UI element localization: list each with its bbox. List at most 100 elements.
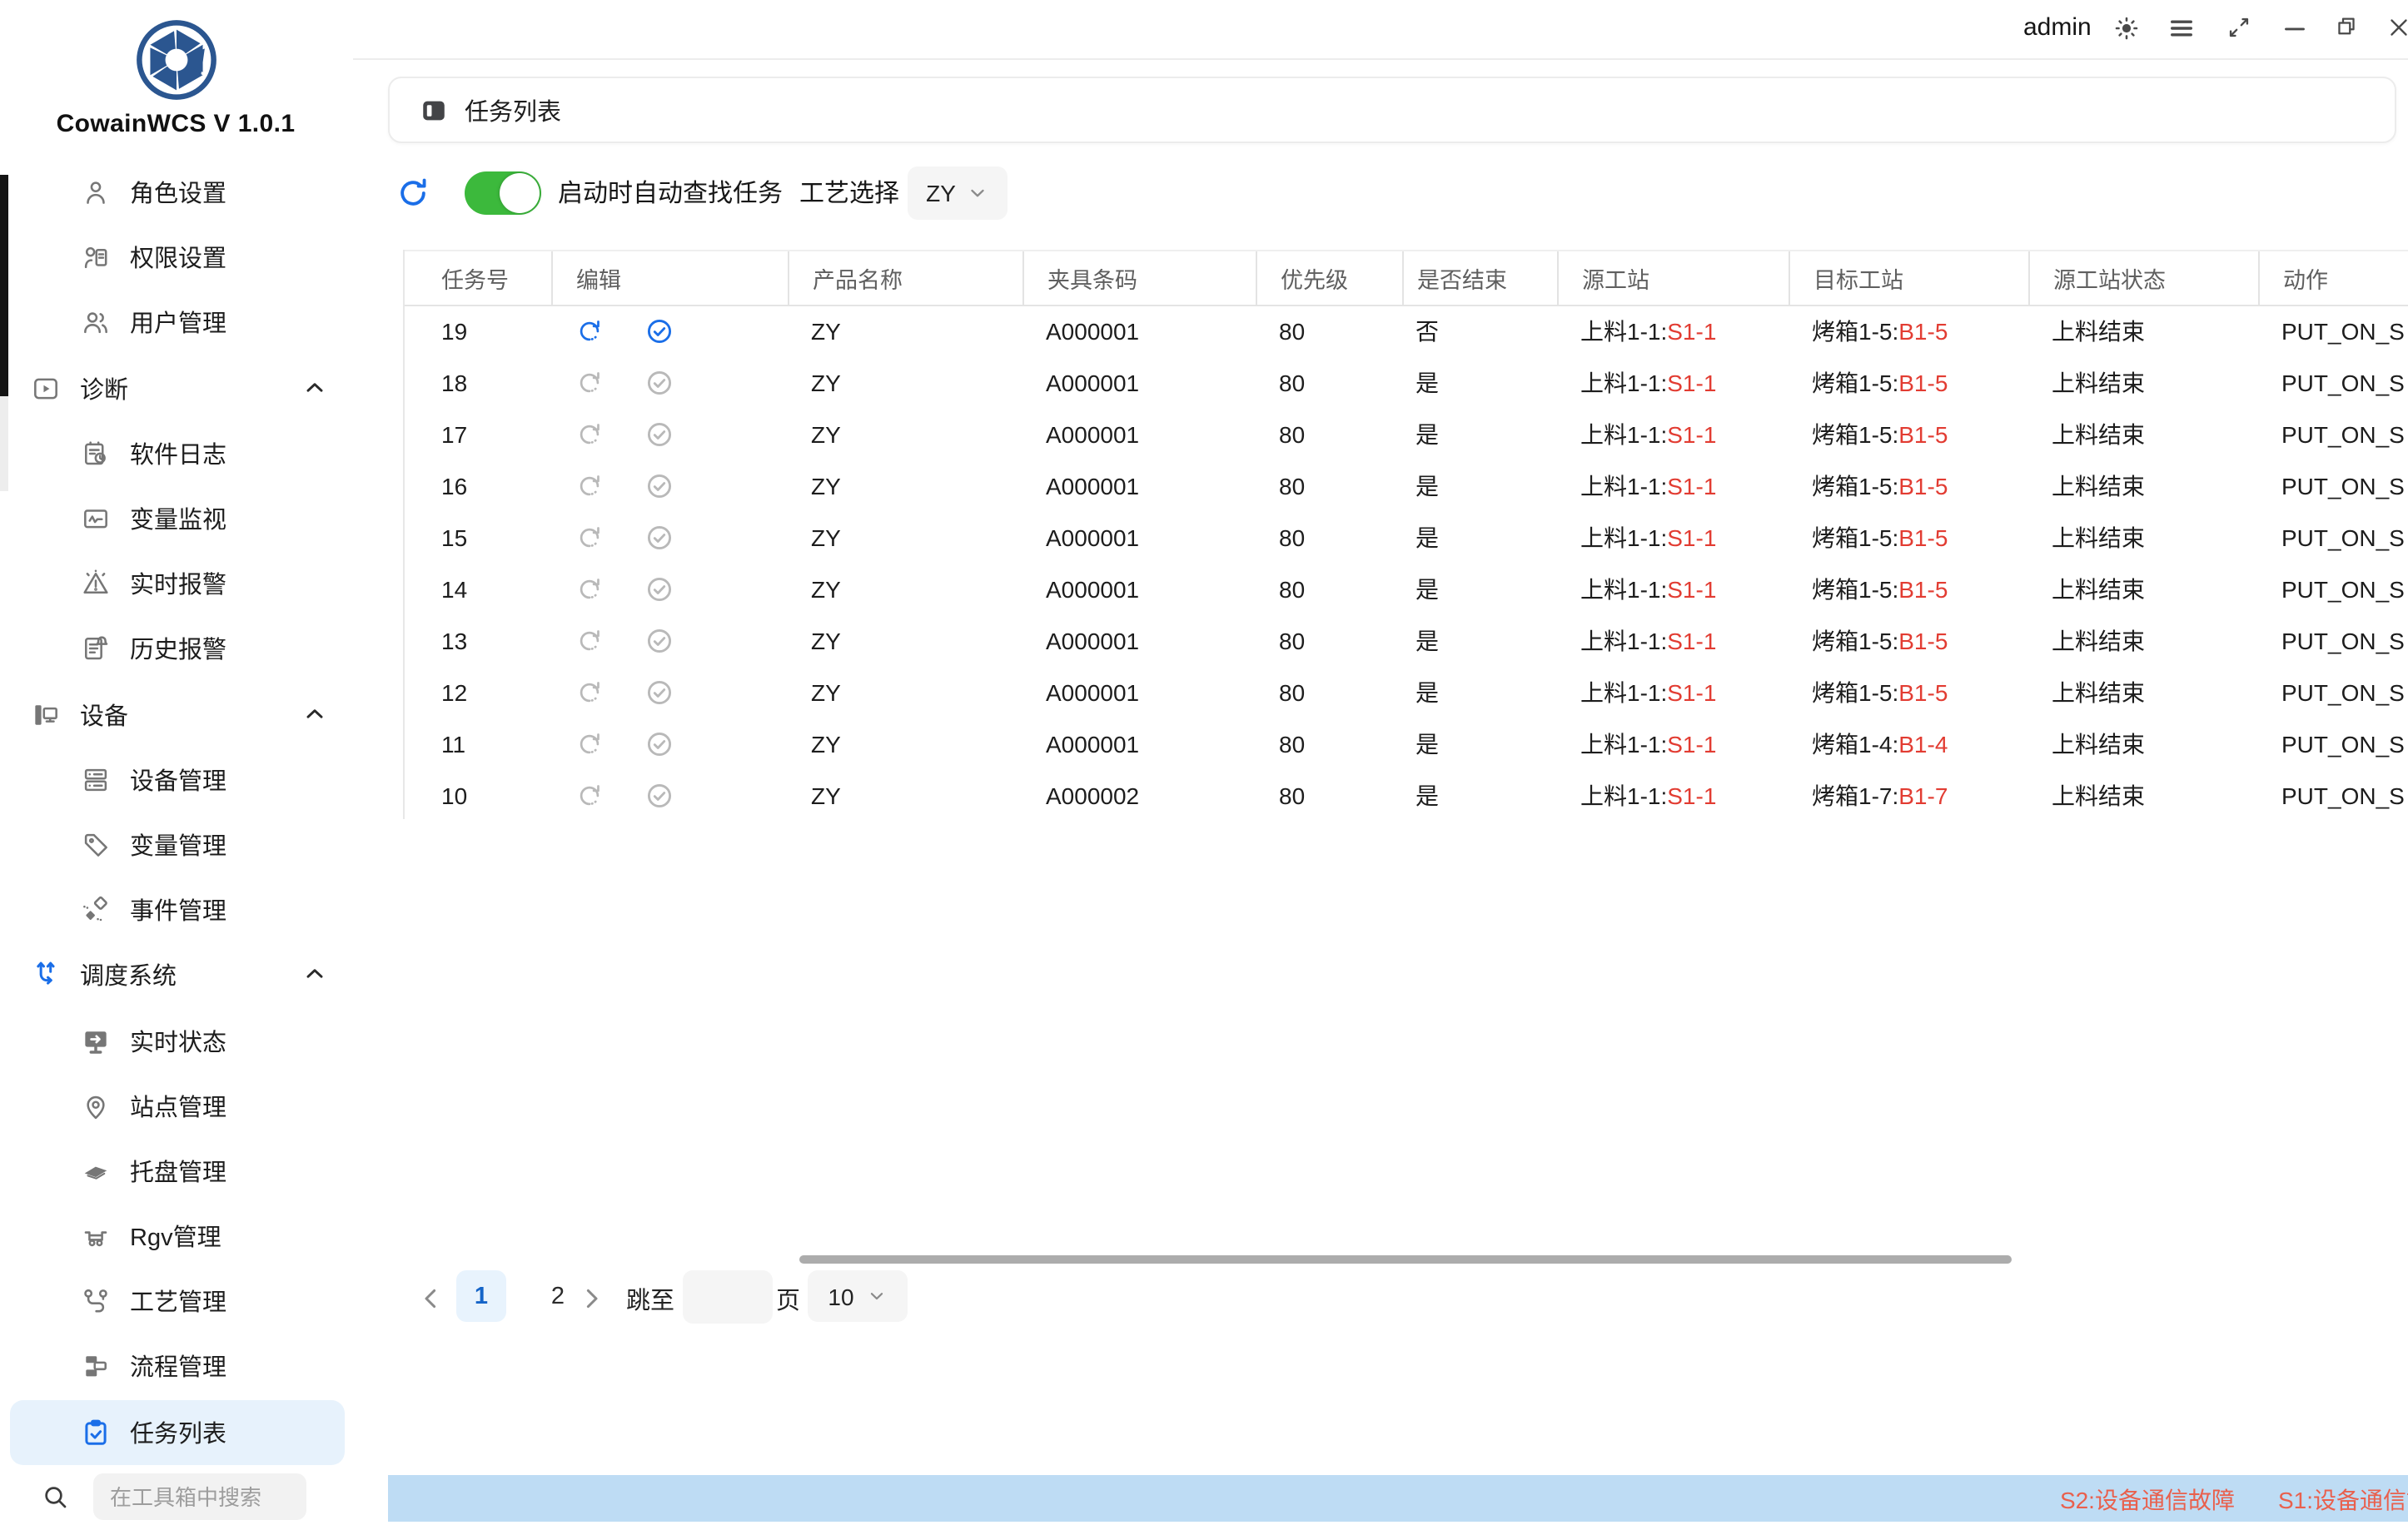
page-prev-icon[interactable] xyxy=(416,1284,446,1314)
sidebar-item-history-alarm[interactable]: 历史报警 xyxy=(0,617,351,682)
sidebar-item-device[interactable]: 设备 xyxy=(0,682,351,747)
cell-action: PUT_ON_S xyxy=(2258,511,2408,563)
sidebar-item-diagnosis[interactable]: 诊断 xyxy=(0,355,351,420)
table-body: 19ZYA00000180否上料1-1:S1-1烤箱1-5:B1-5上料结束PU… xyxy=(405,305,2408,819)
cell-edit xyxy=(551,563,788,614)
horizontal-scrollbar-thumb[interactable] xyxy=(799,1255,2012,1264)
sidebar-item-user-management[interactable]: 用户管理 xyxy=(0,291,351,355)
sidebar-item-station-management[interactable]: 站点管理 xyxy=(0,1073,351,1138)
alarm-message-s2[interactable]: S2:设备通信故障 xyxy=(2060,1487,2235,1513)
sidebar-item-event-management[interactable]: 事件管理 xyxy=(0,877,351,942)
cell-action: PUT_ON_S xyxy=(2258,666,2408,718)
table-header: 任务号编辑产品名称夹具条码优先级是否结束源工站目标工站源工站状态动作 xyxy=(405,250,2408,306)
cell-target-station: 烤箱1-7:B1-7 xyxy=(1789,769,2028,819)
cell-fixture-barcode: A000001 xyxy=(1022,408,1256,459)
retry-task-icon[interactable] xyxy=(575,315,604,345)
complete-task-icon[interactable] xyxy=(644,367,674,397)
cell-source-status: 上料结束 xyxy=(2028,614,2258,666)
complete-task-icon[interactable] xyxy=(644,625,674,655)
cell-source-station: 上料1-1:S1-1 xyxy=(1557,769,1789,819)
realtime-status-icon xyxy=(80,1025,112,1056)
sidebar-item-realtime-status[interactable]: 实时状态 xyxy=(0,1008,351,1073)
retry-task-icon[interactable] xyxy=(575,780,604,810)
current-user-label[interactable]: admin xyxy=(2023,13,2092,42)
refresh-icon[interactable] xyxy=(395,175,431,211)
cell-finished: 是 xyxy=(1402,563,1557,614)
complete-task-icon[interactable] xyxy=(644,574,674,604)
jump-page-input[interactable] xyxy=(683,1270,773,1324)
sidebar-item-pallet-management[interactable]: 托盘管理 xyxy=(0,1139,351,1204)
retry-task-icon[interactable] xyxy=(575,677,604,707)
retry-task-icon[interactable] xyxy=(575,728,604,758)
process-select-dropdown[interactable]: ZY xyxy=(908,166,1007,220)
sidebar-item-task-list[interactable]: 任务列表 xyxy=(10,1399,345,1464)
sidebar: 角色设置权限设置用户管理诊断软件日志变量监视实时报警历史报警设备设备管理变量管理… xyxy=(0,0,355,1525)
theme-sun-icon[interactable] xyxy=(2112,13,2142,43)
retry-task-icon[interactable] xyxy=(575,522,604,552)
retry-task-icon[interactable] xyxy=(575,470,604,500)
sidebar-item-craft-management[interactable]: 工艺管理 xyxy=(0,1269,351,1334)
alarm-message-s1[interactable]: S1:设备通信故 xyxy=(2278,1487,2408,1513)
cell-finished: 否 xyxy=(1402,305,1557,356)
auto-find-toggle[interactable] xyxy=(465,171,541,215)
cell-edit xyxy=(551,718,788,769)
page-next-icon[interactable] xyxy=(576,1284,606,1314)
complete-task-icon[interactable] xyxy=(644,522,674,552)
app-logo-block: CowainWCS V 1.0.1 xyxy=(0,0,351,173)
sidebar-item-rgv-management[interactable]: Rgv管理 xyxy=(0,1204,351,1269)
complete-task-icon[interactable] xyxy=(644,315,674,345)
complete-task-icon[interactable] xyxy=(644,780,674,810)
realtime-alarm-icon xyxy=(80,568,112,599)
column-header-target: 目标工站 xyxy=(1789,251,2028,305)
cell-product: ZY xyxy=(788,459,1022,511)
page-button-1[interactable]: 1 xyxy=(456,1270,506,1322)
sidebar-item-permission-settings[interactable]: 权限设置 xyxy=(0,225,351,290)
cell-priority: 80 xyxy=(1256,356,1402,408)
cell-priority: 80 xyxy=(1256,718,1402,769)
sidebar-item-realtime-alarm[interactable]: 实时报警 xyxy=(0,551,351,616)
page-button-2[interactable]: 2 xyxy=(533,1270,583,1322)
task-row-15: 15ZYA00000180是上料1-1:S1-1烤箱1-5:B1-5上料结束PU… xyxy=(405,511,2408,563)
jump-to-label: 跳至 xyxy=(626,1282,674,1317)
menu-hamburger-icon[interactable] xyxy=(2167,13,2197,43)
complete-task-icon[interactable] xyxy=(644,470,674,500)
cell-fixture-barcode: A000001 xyxy=(1022,614,1256,666)
chevron-up-icon[interactable] xyxy=(301,374,328,400)
flow-icon xyxy=(80,1351,112,1383)
cell-priority: 80 xyxy=(1256,666,1402,718)
sidebar-item-flow-management[interactable]: 流程管理 xyxy=(0,1334,351,1399)
close-icon[interactable] xyxy=(2385,13,2408,43)
cell-product: ZY xyxy=(788,769,1022,819)
complete-task-icon[interactable] xyxy=(644,677,674,707)
retry-task-icon[interactable] xyxy=(575,625,604,655)
retry-task-icon[interactable] xyxy=(575,574,604,604)
sidebar-item-variable-monitor[interactable]: 变量监视 xyxy=(0,486,351,551)
chevron-up-icon[interactable] xyxy=(301,961,328,988)
complete-task-icon[interactable] xyxy=(644,419,674,449)
restore-window-icon[interactable] xyxy=(2333,13,2363,43)
cell-edit xyxy=(551,769,788,819)
history-alarm-icon xyxy=(80,633,112,665)
page-size-dropdown[interactable]: 10 xyxy=(808,1270,908,1322)
chevron-up-icon[interactable] xyxy=(301,700,328,727)
sidebar-item-label: 事件管理 xyxy=(130,892,226,927)
tab-task-list[interactable]: 任务列表 xyxy=(388,77,2396,143)
sidebar-item-device-management[interactable]: 设备管理 xyxy=(0,747,351,812)
toolbox-search-input[interactable] xyxy=(93,1473,306,1520)
sidebar-item-variable-management[interactable]: 变量管理 xyxy=(0,812,351,877)
cell-task-id: 12 xyxy=(405,666,551,718)
cell-source-station: 上料1-1:S1-1 xyxy=(1557,459,1789,511)
sidebar-item-label: 变量管理 xyxy=(130,827,226,862)
toolbox-search xyxy=(0,1468,351,1525)
retry-task-icon[interactable] xyxy=(575,419,604,449)
sidebar-item-scheduling-system[interactable]: 调度系统 xyxy=(0,943,351,1008)
retry-task-icon[interactable] xyxy=(575,367,604,397)
cell-finished: 是 xyxy=(1402,718,1557,769)
minimize-icon[interactable] xyxy=(2280,13,2310,43)
cell-product: ZY xyxy=(788,408,1022,459)
fullscreen-icon[interactable] xyxy=(2225,13,2255,43)
cell-product: ZY xyxy=(788,563,1022,614)
complete-task-icon[interactable] xyxy=(644,728,674,758)
task-row-14: 14ZYA00000180是上料1-1:S1-1烤箱1-5:B1-5上料结束PU… xyxy=(405,563,2408,614)
sidebar-item-software-log[interactable]: 软件日志 xyxy=(0,421,351,486)
